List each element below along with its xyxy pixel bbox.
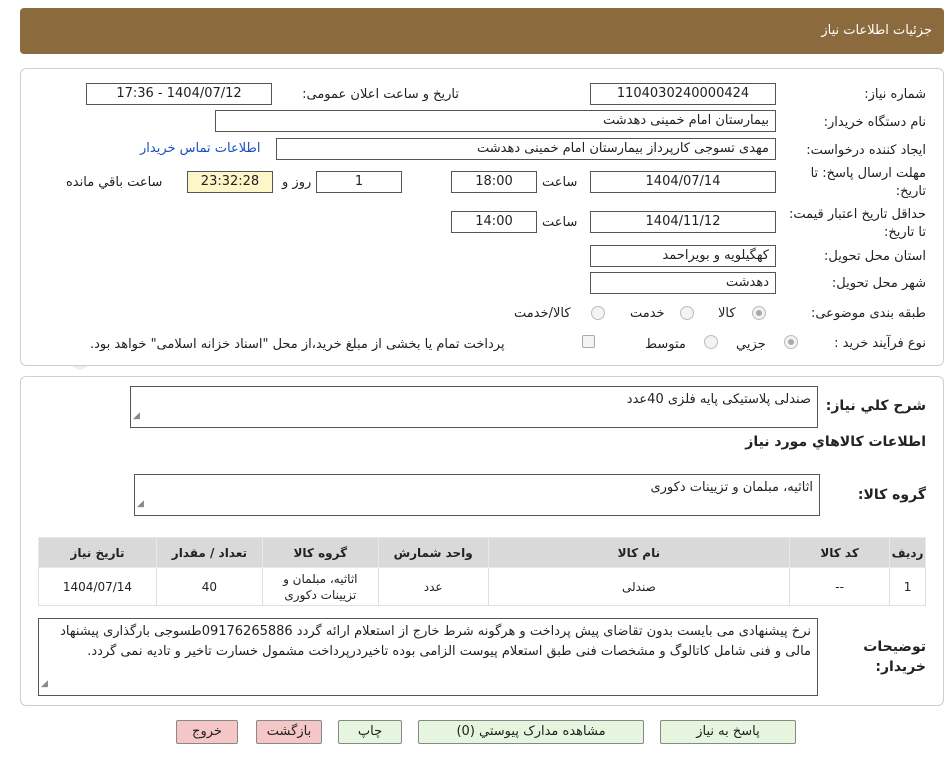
days-label: روز و [282, 175, 312, 190]
cell-unit: عدد [377, 567, 489, 606]
announce-label: تاریخ و ساعت اعلان عمومی: [302, 87, 459, 102]
province-field[interactable]: کهگیلویه و بویراحمد [590, 245, 776, 267]
treasury-payment-checkbox[interactable] [582, 335, 595, 348]
category-radio-goods[interactable] [752, 306, 766, 320]
province-label: استان محل تحویل: [824, 249, 926, 264]
cell-row: 1 [889, 567, 926, 606]
treasury-payment-note: پرداخت تمام یا بخشی از مبلغ خرید،از محل … [90, 337, 505, 352]
process-option-small: جزیي [736, 337, 766, 352]
deadline-time-label: ساعت [542, 175, 578, 190]
creator-field[interactable]: مهدی تسوجی کارپرداز بیمارستان امام خمینی… [276, 138, 776, 160]
deadline-label: مهلت ارسال پاسخ: تا تاریخ: [810, 166, 926, 199]
buyer-field[interactable]: بیمارستان امام خمینی دهدشت [215, 110, 776, 132]
buyer-contact-link[interactable]: اطلاعات تماس خریدار [140, 141, 260, 156]
buyer-notes-field[interactable]: نرخ پیشنهادی می بایست بدون تقاضای پیش پر… [38, 618, 818, 696]
page-header: جزئیات اطلاعات نیاز [20, 8, 944, 54]
resize-grip-icon[interactable]: ◢ [133, 406, 140, 426]
city-field[interactable]: دهدشت [590, 272, 776, 294]
view-attachments-button[interactable]: مشاهده مدارک پیوستي (0) [418, 720, 644, 744]
remaining-time-field: 23:32:28 [187, 171, 273, 193]
cell-group: اثاثیه، مبلمان و تزیینات دکوری [261, 567, 379, 606]
days-field[interactable]: 1 [316, 171, 402, 193]
process-radio-medium[interactable] [704, 335, 718, 349]
category-label: طبقه بندی موضوعی: [810, 306, 926, 321]
validity-time-field[interactable]: 14:00 [451, 211, 537, 233]
description-text: صندلی پلاستیکی پایه فلزی 40عدد [626, 392, 811, 407]
back-button[interactable]: بازگشت [256, 720, 322, 744]
description-field[interactable]: صندلی پلاستیکی پایه فلزی 40عدد ◢ [130, 386, 818, 428]
table-row[interactable]: 1 -- صندلی عدد اثاثیه، مبلمان و تزیینات … [38, 567, 926, 606]
cell-name: صندلی [487, 567, 791, 606]
description-label: شرح كلي نياز: [825, 398, 926, 414]
cell-quantity: 40 [155, 567, 263, 606]
goods-group-field[interactable]: اثاثیه، مبلمان و تزیینات دکوری ◢ [134, 474, 820, 516]
goods-group-text: اثاثیه، مبلمان و تزیینات دکوری [650, 480, 813, 495]
category-option-goods-service: کالا/خدمت [514, 306, 571, 321]
creator-label: ایجاد کننده درخواست: [806, 143, 926, 158]
category-radio-service[interactable] [680, 306, 694, 320]
process-option-medium: متوسط [645, 337, 686, 352]
deadline-time-field[interactable]: 18:00 [451, 171, 537, 193]
validity-date-field[interactable]: 1404/11/12 [590, 211, 776, 233]
deadline-date-field[interactable]: 1404/07/14 [590, 171, 776, 193]
buyer-label: نام دستگاه خریدار: [823, 115, 926, 130]
col-code: کد کالا [789, 537, 891, 568]
cell-date: 1404/07/14 [38, 567, 157, 606]
category-radio-goods-service[interactable] [591, 306, 605, 320]
validity-label: حداقل تاریخ اعتبار قیمت: تا تاریخ: [788, 207, 926, 240]
print-button[interactable]: چاپ [338, 720, 402, 744]
goods-group-label: گروه کالا: [857, 487, 926, 503]
need-number-field[interactable]: 1104030240000424 [590, 83, 776, 105]
buyer-notes-text: نرخ پیشنهادی می بایست بدون تقاضای پیش پر… [60, 624, 811, 659]
col-quantity: تعداد / مقدار [155, 537, 263, 568]
col-group: گروه کالا [261, 537, 379, 568]
city-label: شهر محل تحویل: [831, 276, 926, 291]
table-header-row: ردیف کد کالا نام کالا واحد شمارش گروه کا… [38, 537, 926, 568]
resize-grip-icon[interactable]: ◢ [41, 674, 48, 694]
col-date: تاریخ نیاز [38, 537, 157, 568]
process-label: نوع فرآیند خرید : [834, 336, 926, 351]
validity-time-label: ساعت [542, 215, 578, 230]
category-option-service: خدمت [630, 306, 665, 321]
remaining-time-label: ساعت باقي مانده [66, 175, 163, 190]
col-unit: واحد شمارش [377, 537, 489, 568]
buyer-notes-label: توضیحات خریدار: [863, 639, 926, 675]
resize-grip-icon[interactable]: ◢ [137, 494, 144, 514]
page-title: جزئیات اطلاعات نیاز [821, 23, 932, 38]
category-option-goods: کالا [718, 306, 736, 321]
goods-table: ردیف کد کالا نام کالا واحد شمارش گروه کا… [38, 537, 926, 606]
col-name: نام کالا [487, 537, 791, 568]
announce-datetime-field[interactable]: 1404/07/12 - 17:36 [86, 83, 272, 105]
col-row: ردیف [889, 537, 926, 568]
goods-info-title: اطلاعات كالاهاي مورد نياز [745, 434, 926, 450]
process-radio-small[interactable] [784, 335, 798, 349]
need-number-label: شماره نیاز: [864, 87, 926, 102]
cell-code: -- [789, 567, 891, 606]
exit-button[interactable]: خروج [176, 720, 238, 744]
reply-button[interactable]: پاسخ به نیاز [660, 720, 796, 744]
